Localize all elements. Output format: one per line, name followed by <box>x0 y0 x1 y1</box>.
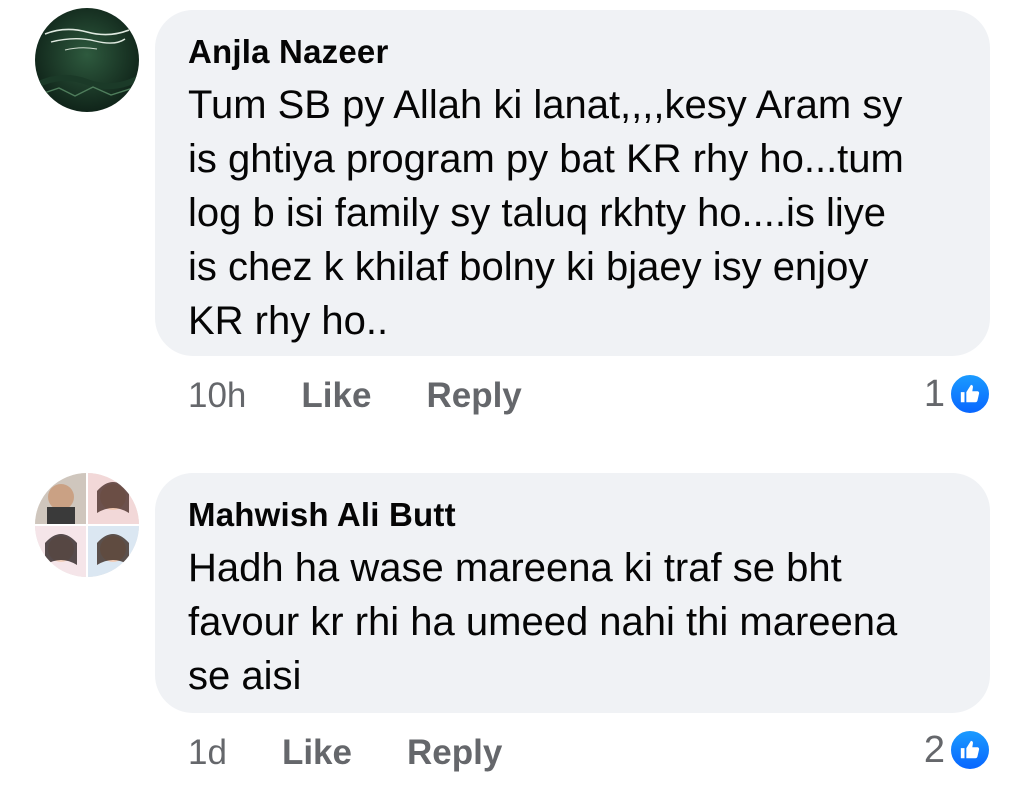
avatar-image <box>35 8 139 112</box>
comment-author[interactable]: Mahwish Ali Butt <box>188 495 958 535</box>
comment-author[interactable]: Anjla Nazeer <box>188 32 958 72</box>
reply-button[interactable]: Reply <box>426 376 521 416</box>
avatar-image <box>35 473 139 577</box>
comment-bubble: Anjla Nazeer Tum SB py Allah ki lanat,,,… <box>155 10 990 356</box>
reaction-count: 2 <box>923 728 945 771</box>
comment-text: Tum SB py Allah ki lanat,,,,kesy Aram sy… <box>188 83 904 343</box>
comment-actions: 1d Like Reply <box>188 731 557 775</box>
comment-timestamp[interactable]: 1d <box>188 733 227 773</box>
like-button[interactable]: Like <box>282 733 352 773</box>
comment-bubble: Mahwish Ali Butt Hadh ha wase mareena ki… <box>155 473 990 713</box>
like-button[interactable]: Like <box>301 376 371 416</box>
comment-actions: 10h Like Reply <box>188 374 577 418</box>
reaction-count: 1 <box>923 372 945 415</box>
avatar[interactable] <box>35 8 139 112</box>
reaction-summary[interactable]: 1 <box>924 372 991 416</box>
reply-button[interactable]: Reply <box>407 733 502 773</box>
thumbs-up-icon <box>949 373 991 415</box>
avatar[interactable] <box>35 473 139 577</box>
comment-timestamp[interactable]: 10h <box>188 376 246 416</box>
thumbs-up-icon <box>949 729 991 771</box>
reaction-summary[interactable]: 2 <box>924 728 991 772</box>
comment-text: Hadh ha wase mareena ki traf se bht favo… <box>188 546 898 698</box>
